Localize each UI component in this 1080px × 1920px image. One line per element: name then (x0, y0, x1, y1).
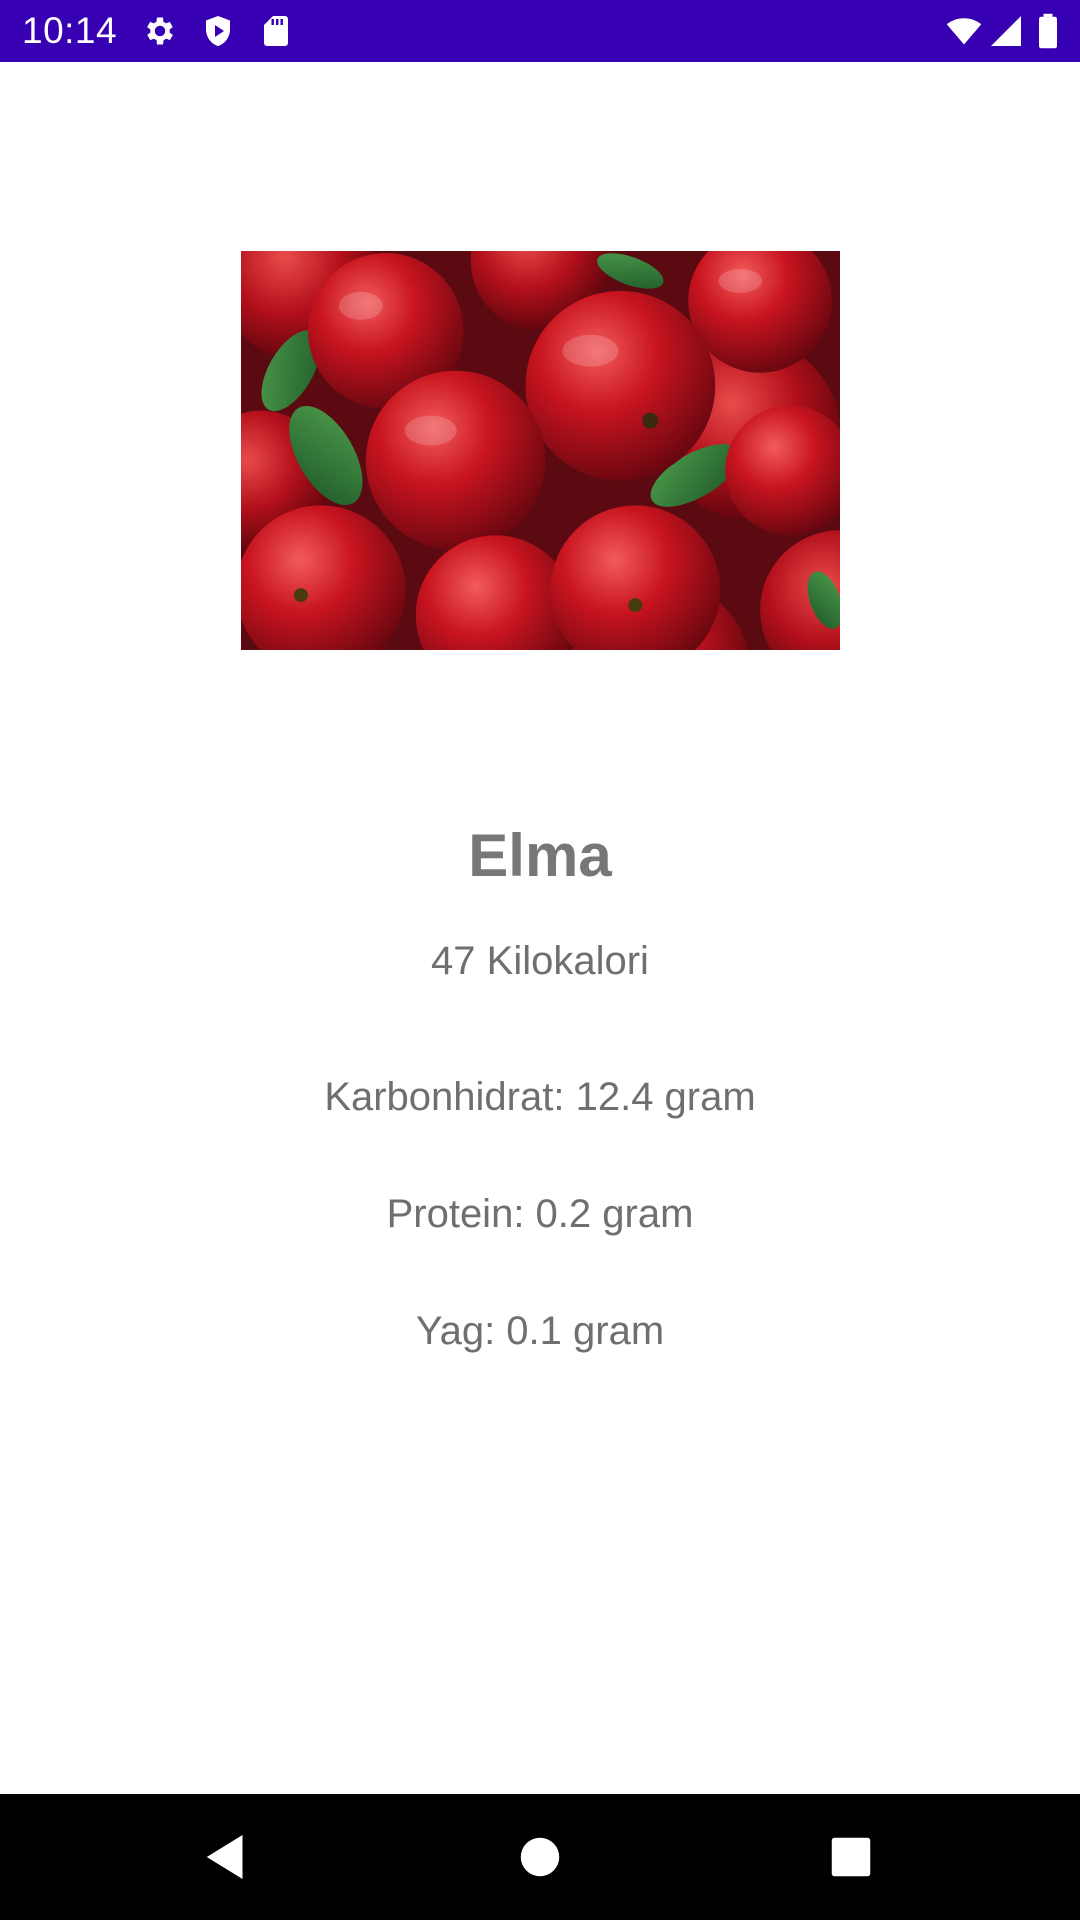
cellular-signal-icon (988, 13, 1024, 49)
battery-icon (1036, 13, 1060, 49)
status-time: 10:14 (22, 10, 118, 51)
recents-icon[interactable] (818, 1824, 884, 1890)
app-screen: 10:14 Elma 47 Kilokalori Karbonhidrat: 1… (0, 0, 1080, 1920)
food-name: Elma (468, 822, 612, 889)
home-icon[interactable] (507, 1824, 573, 1890)
navigation-bar (0, 1794, 1080, 1920)
nutrient-carbs: Karbonhidrat: 12.4 gram (324, 1075, 756, 1119)
back-icon[interactable] (193, 1824, 259, 1890)
nutrient-fat: Yag: 0.1 gram (415, 1309, 665, 1353)
food-image (241, 251, 840, 650)
gear-icon (142, 13, 178, 49)
sd-card-icon (258, 13, 294, 49)
status-bar: 10:14 (0, 0, 1080, 62)
shield-icon (200, 13, 236, 49)
nutrient-protein: Protein: 0.2 gram (386, 1192, 694, 1236)
wifi-icon (944, 13, 984, 49)
food-calories: 47 Kilokalori (431, 939, 649, 983)
